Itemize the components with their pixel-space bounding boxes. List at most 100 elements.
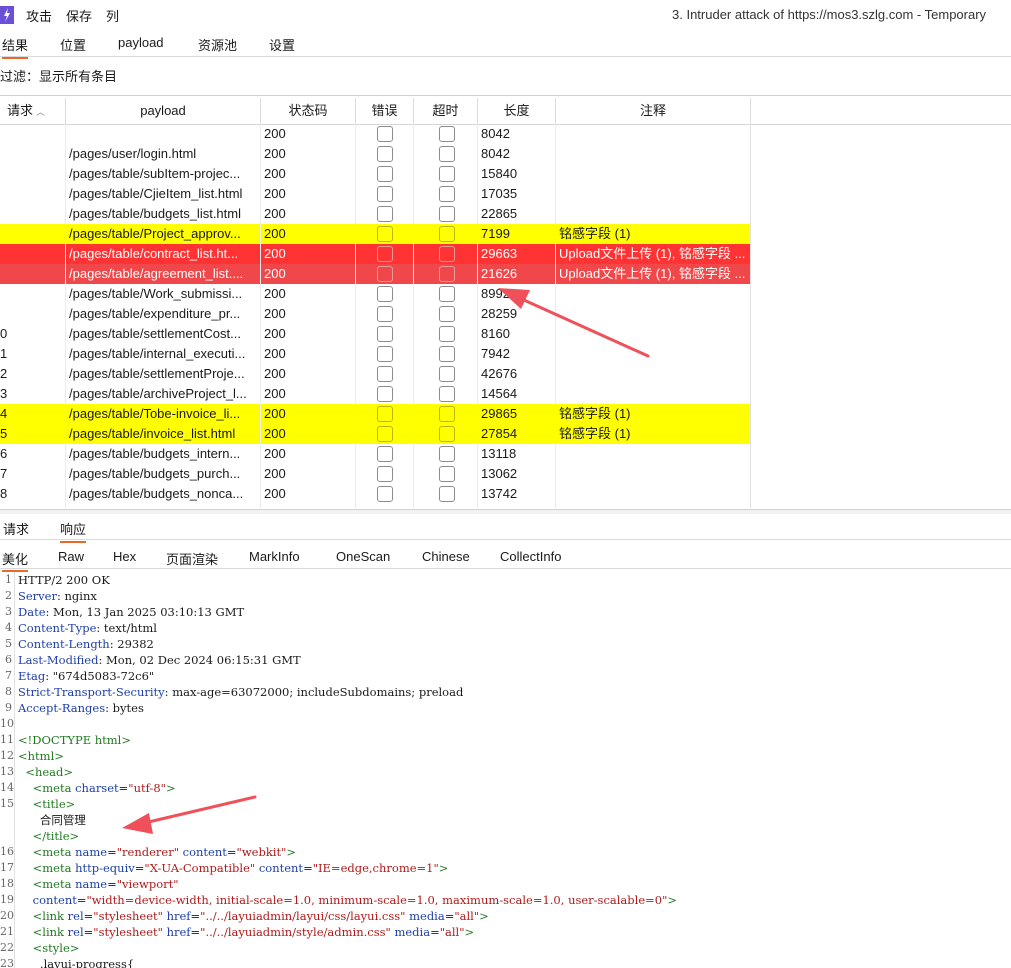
table-row[interactable]: /pages/table/agreement_list.... 200 21626 U… bbox=[0, 264, 750, 284]
timeout-checkbox bbox=[439, 306, 455, 322]
cell-length: 42676 bbox=[481, 366, 518, 381]
table-row[interactable]: 7/pages/table/budgets_purch... 200 13062 bbox=[0, 464, 750, 484]
tab-results[interactable]: 结果 bbox=[2, 35, 29, 59]
table-row[interactable]: 2/pages/table/settlementProje... 200 42676 bbox=[0, 364, 750, 384]
code-token: Server bbox=[18, 589, 57, 603]
menu-columns[interactable]: 列 bbox=[106, 6, 119, 25]
tab-request[interactable]: 请求 bbox=[3, 519, 29, 538]
error-checkbox bbox=[377, 366, 393, 382]
table-row[interactable]: 4/pages/table/Tobe-invoice_li... 200 29865… bbox=[0, 404, 750, 424]
title-bar: 攻击 保存 列 3. Intruder attack of https://mo… bbox=[0, 0, 1011, 30]
tab-hex[interactable]: Hex bbox=[113, 549, 136, 564]
table-row[interactable]: /pages/table/subItem-projec... 200 15840 bbox=[0, 164, 750, 184]
code-token: "all" bbox=[454, 909, 480, 923]
line-number: 18 bbox=[0, 877, 14, 890]
cell-request bbox=[0, 284, 60, 304]
col-header-status[interactable]: 状态码 bbox=[261, 98, 356, 125]
sort-ascending-icon: ︿ bbox=[36, 107, 46, 117]
code-token: "X-UA-Compatible" bbox=[144, 861, 256, 875]
main-tabs: 结果 位置 payload 资源池 设置 bbox=[0, 31, 1011, 59]
cell-length: 8992 bbox=[481, 286, 510, 301]
cell-comment bbox=[559, 364, 749, 384]
line-content: Accept-Ranges: bytes bbox=[18, 700, 144, 716]
code-token: <head> bbox=[25, 765, 74, 779]
tab-pretty[interactable]: 美化 bbox=[2, 549, 29, 572]
table-row[interactable]: 3/pages/table/archiveProject_l... 200 1456… bbox=[0, 384, 750, 404]
cell-payload: /pages/table/Project_approv... bbox=[69, 226, 241, 241]
code-token: "renderer" bbox=[116, 845, 179, 859]
cell-request: 2 bbox=[0, 366, 8, 381]
tab-raw[interactable]: Raw bbox=[58, 549, 84, 564]
tab-chinese[interactable]: Chinese bbox=[422, 549, 470, 564]
table-row[interactable]: /pages/table/budgets_list.html 200 22865 bbox=[0, 204, 750, 224]
table-row[interactable]: 6/pages/table/budgets_intern... 200 13118 bbox=[0, 444, 750, 464]
code-token: Etag bbox=[18, 669, 46, 683]
cell-request bbox=[0, 264, 60, 284]
menu-attack[interactable]: 攻击 bbox=[26, 6, 52, 25]
tab-render[interactable]: 页面渲染 bbox=[166, 549, 218, 568]
tab-settings[interactable]: 设置 bbox=[269, 35, 295, 54]
cell-length: 15840 bbox=[481, 166, 518, 181]
code-token: "stylesheet" bbox=[93, 925, 163, 939]
col-header-error[interactable]: 错误 bbox=[356, 98, 414, 125]
table-row[interactable]: 0/pages/table/settlementCost... 200 8160 bbox=[0, 324, 750, 344]
table-row[interactable]: /pages/table/expenditure_pr... 200 28259 bbox=[0, 304, 750, 324]
table-row[interactable]: 5/pages/table/invoice_list.html 200 27854 铭… bbox=[0, 424, 750, 444]
cell-request: 7 bbox=[0, 466, 8, 481]
cell-request: 0 bbox=[0, 326, 8, 341]
line-content: Strict-Transport-Security: max-age=63072… bbox=[18, 684, 463, 700]
code-token: = bbox=[107, 877, 117, 891]
table-row[interactable]: /pages/table/Work_submissi... 200 8992 bbox=[0, 284, 750, 304]
line-content: Content-Type: text/html bbox=[18, 620, 157, 636]
table-scrollbar[interactable] bbox=[1001, 124, 1011, 508]
cell-request: 8 bbox=[0, 486, 8, 501]
col-header-payload[interactable]: payload bbox=[66, 98, 261, 125]
line-content: <meta charset="utf-8"> bbox=[18, 780, 176, 796]
code-token: : Mon, 13 Jan 2025 03:10:13 GMT bbox=[45, 605, 245, 619]
response-editor[interactable]: 1 HTTP/2 200 OK 2 Server: nginx 3 Date: Mon, … bbox=[0, 572, 1011, 968]
code-token: = bbox=[107, 845, 117, 859]
tab-payload[interactable]: payload bbox=[118, 35, 164, 50]
table-row[interactable]: /pages/user/login.html 200 8042 bbox=[0, 144, 750, 164]
filter-bar[interactable]: 过滤：显示所有条目 bbox=[0, 66, 117, 85]
menu-save[interactable]: 保存 bbox=[66, 6, 92, 25]
code-token: = bbox=[226, 845, 237, 859]
table-row[interactable]: 8/pages/table/budgets_nonca... 200 13742 bbox=[0, 484, 750, 504]
tab-onescan[interactable]: OneScan bbox=[336, 549, 390, 564]
tab-collectinfo[interactable]: CollectInfo bbox=[500, 549, 561, 564]
timeout-checkbox bbox=[439, 266, 455, 282]
code-token: media bbox=[394, 925, 431, 939]
timeout-checkbox bbox=[439, 286, 455, 302]
column-divider bbox=[355, 124, 356, 508]
tab-markinfo[interactable]: MarkInfo bbox=[249, 549, 300, 564]
col-header-length[interactable]: 长度 bbox=[478, 98, 556, 125]
line-content: Etag: "674d5083-72c6" bbox=[18, 668, 154, 684]
error-checkbox bbox=[377, 486, 393, 502]
table-row[interactable]: /pages/table/contract_list.ht... 200 29663… bbox=[0, 244, 750, 264]
cell-status: 200 bbox=[264, 206, 286, 221]
col-header-comment[interactable]: 注释 bbox=[556, 98, 751, 125]
column-divider bbox=[477, 124, 478, 508]
table-row[interactable]: 1/pages/table/internal_executi... 200 7942 bbox=[0, 344, 750, 364]
tab-positions[interactable]: 位置 bbox=[60, 35, 86, 54]
line-number: 4 bbox=[5, 621, 12, 634]
table-row[interactable]: /pages/table/CjieItem_list.html 200 17035 bbox=[0, 184, 750, 204]
cell-status: 200 bbox=[264, 126, 286, 141]
line-number: 12 bbox=[0, 749, 14, 762]
code-token: = bbox=[430, 925, 440, 939]
col-header-request[interactable]: 请求 ︿ bbox=[0, 98, 66, 125]
cell-comment: 铭感字段 (1) bbox=[559, 406, 631, 421]
table-row[interactable]: /pages/table/Project_approv... 200 7199 铭感字… bbox=[0, 224, 750, 244]
error-checkbox bbox=[377, 326, 393, 342]
error-checkbox bbox=[377, 146, 393, 162]
table-row[interactable]: 200 8042 bbox=[0, 124, 750, 144]
timeout-checkbox bbox=[439, 366, 455, 382]
line-content: 合同管理 bbox=[18, 812, 86, 828]
column-divider bbox=[260, 124, 261, 508]
tab-resource-pool[interactable]: 资源池 bbox=[198, 35, 237, 54]
col-header-timeout[interactable]: 超时 bbox=[414, 98, 478, 125]
tab-response[interactable]: 响应 bbox=[60, 519, 87, 543]
